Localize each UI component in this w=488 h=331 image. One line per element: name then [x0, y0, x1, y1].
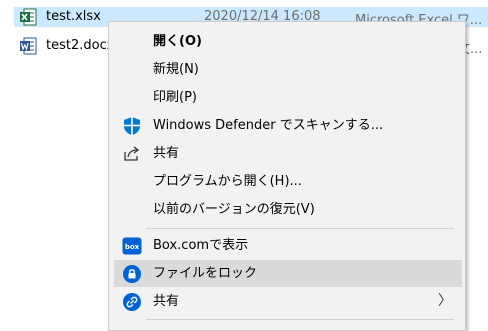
menu-item-label: Box.comで表示 — [153, 238, 249, 253]
menu-item-open[interactable]: 開く(O) — [114, 28, 462, 55]
menu-item-label: Windows Defender でスキャンする... — [153, 118, 384, 133]
menu-item-box-share[interactable]: 共有 〉 — [114, 288, 462, 315]
menu-item-label: 共有 — [153, 146, 180, 161]
svg-text:box: box — [125, 243, 140, 251]
menu-item-share[interactable]: 共有 — [114, 140, 462, 167]
menu-item-new[interactable]: 新規(N) — [114, 56, 462, 83]
menu-item-open-with[interactable]: プログラムから開く(H)... — [114, 168, 462, 195]
shield-icon — [122, 116, 142, 136]
menu-separator — [146, 228, 454, 229]
word-file-icon — [19, 37, 37, 55]
menu-separator — [146, 319, 454, 320]
file-name: test2.docx — [46, 38, 115, 53]
menu-item-print[interactable]: 印刷(P) — [114, 84, 462, 111]
link-icon — [122, 292, 142, 312]
excel-file-icon — [19, 8, 37, 26]
menu-item-label: 新規(N) — [153, 62, 199, 77]
menu-item-restore-versions[interactable]: 以前のバージョンの復元(V) — [114, 196, 462, 223]
lock-icon — [122, 264, 142, 284]
box-icon: box — [122, 236, 142, 256]
menu-item-label: ファイルをロック — [153, 266, 258, 281]
menu-item-defender-scan[interactable]: Windows Defender でスキャンする... — [114, 112, 462, 139]
share-icon — [122, 144, 142, 164]
menu-item-label: 開く(O) — [153, 34, 202, 49]
menu-item-label: 印刷(P) — [153, 90, 197, 105]
menu-item-lock-file[interactable]: ファイルをロック — [114, 260, 462, 287]
menu-item-label: プログラムから開く(H)... — [153, 174, 302, 189]
menu-item-box-view[interactable]: box Box.comで表示 — [114, 232, 462, 259]
chevron-right-icon: 〉 — [438, 293, 452, 309]
file-name: test.xlsx — [46, 9, 101, 24]
menu-item-label: 以前のバージョンの復元(V) — [153, 202, 315, 217]
context-menu: 開く(O) 新規(N) 印刷(P) Windows Defender でスキャン… — [108, 21, 466, 331]
menu-item-label: 共有 — [153, 294, 180, 309]
